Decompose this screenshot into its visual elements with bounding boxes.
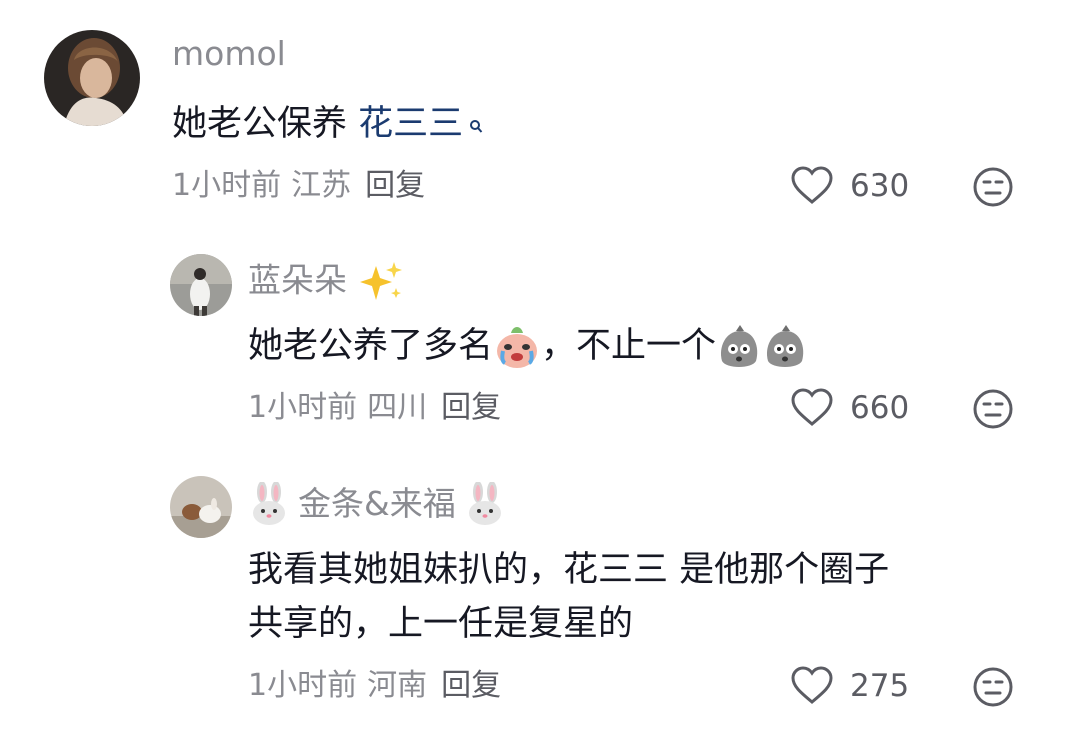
comment-text-part: ，不止一个: [541, 326, 717, 366]
comment-username[interactable]: momol: [172, 34, 286, 74]
comment-location: 江苏: [291, 168, 352, 203]
reply-button[interactable]: 回复: [365, 168, 425, 203]
comment-username[interactable]: 金条&来福: [298, 484, 456, 524]
comment-text-part: 她老公养了多名: [248, 326, 494, 366]
search-link[interactable]: 花三三: [358, 104, 463, 144]
rabbit-face-icon: [253, 482, 285, 525]
reply-button[interactable]: 回复: [441, 390, 501, 425]
sparkles-icon: [359, 262, 402, 300]
heart-outline-icon: [791, 666, 833, 704]
dislike-button[interactable]: [972, 666, 1014, 712]
comment-meta: 1小时前 四川 回复: [248, 388, 501, 428]
meh-face-icon: [973, 167, 1013, 207]
rabbit-face-icon: [468, 482, 501, 525]
comment-text-prefix: 她老公保养: [172, 104, 359, 144]
rock-face-emoji: [721, 325, 758, 367]
rock-face-emoji: [767, 325, 804, 367]
heart-outline-icon: [791, 166, 833, 204]
like-count: 275: [850, 668, 910, 704]
heart-outline-icon: [791, 388, 833, 426]
dislike-button[interactable]: [972, 388, 1014, 434]
like-button[interactable]: 630: [790, 166, 909, 206]
avatar-photo: [44, 30, 140, 126]
comment-text-line: 共享的，上一任是复星的: [248, 604, 634, 644]
comment-text: 她老公保养 花三三: [172, 98, 483, 150]
crying-face-emoji: [497, 327, 538, 368]
comment-username[interactable]: 蓝朵朵: [248, 261, 347, 300]
comment-location: 四川: [367, 390, 428, 425]
comment-username-row: 金条&来福: [248, 482, 506, 526]
comment-time: 1小时前: [248, 390, 358, 425]
comment-username-row: 蓝朵朵: [248, 260, 404, 304]
avatar[interactable]: [170, 254, 232, 316]
like-button[interactable]: 660: [790, 388, 909, 428]
meh-face-icon: [973, 667, 1013, 707]
comment-text-line: 我看其她姐妹扒的，花三三 是他那个圈子: [248, 550, 890, 590]
like-count: 630: [850, 168, 910, 204]
avatar-photo: [170, 476, 232, 538]
comment-time: 1小时前: [172, 168, 282, 203]
like-button[interactable]: 275: [790, 666, 909, 706]
avatar[interactable]: [170, 476, 232, 538]
dislike-button[interactable]: [972, 166, 1014, 212]
avatar[interactable]: [44, 30, 140, 126]
comment-time: 1小时前: [248, 668, 358, 703]
meh-face-icon: [973, 389, 1013, 429]
comment-meta: 1小时前 江苏 回复: [172, 166, 425, 206]
comment-text: 她老公养了多名 ，不止一个: [248, 320, 808, 372]
reply-button[interactable]: 回复: [441, 668, 501, 703]
avatar-photo: [170, 254, 232, 316]
like-count: 660: [850, 390, 910, 426]
search-icon[interactable]: [469, 98, 483, 150]
comment-meta: 1小时前 河南 回复: [248, 666, 501, 706]
comment-location: 河南: [367, 668, 428, 703]
